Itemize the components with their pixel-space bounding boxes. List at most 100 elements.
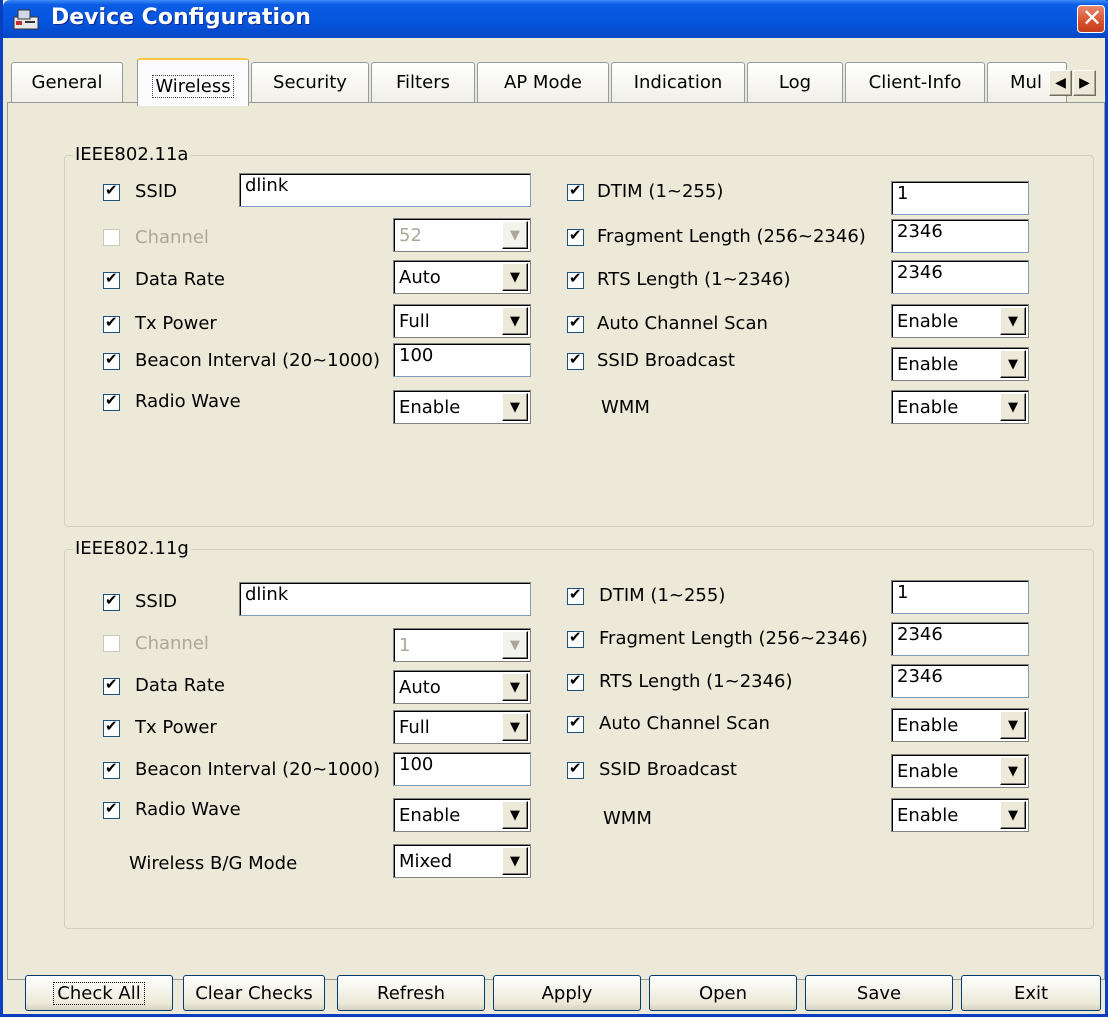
wireless-panel: IEEE802.11a SSID dlink Channel 52 ▼ Data…: [7, 102, 1105, 980]
tab-label: Mul: [1010, 72, 1042, 93]
chevron-down-icon[interactable]: ▼: [1000, 757, 1026, 785]
ssid-broadcast-checkbox[interactable]: [567, 350, 584, 370]
ssid-broadcast-checkbox[interactable]: [567, 759, 584, 779]
chevron-down-icon[interactable]: ▼: [1000, 350, 1026, 378]
button-label: Open: [698, 982, 748, 1004]
fragment-length-checkbox[interactable]: [567, 628, 584, 648]
rts-length-input[interactable]: 2346: [891, 664, 1029, 698]
ssid-label: SSID: [135, 181, 178, 202]
radio-wave-checkbox[interactable]: [103, 391, 120, 411]
auto-channel-scan-select[interactable]: Enable ▼: [891, 708, 1029, 742]
rts-length-label: RTS Length (1~2346): [599, 671, 793, 692]
tx-power-select[interactable]: Full ▼: [393, 304, 531, 338]
chevron-down-icon[interactable]: ▼: [1000, 307, 1026, 335]
chevron-down-icon[interactable]: ▼: [502, 673, 528, 701]
ssid-input[interactable]: dlink: [239, 173, 531, 207]
tab-filters[interactable]: Filters: [371, 62, 475, 102]
ssid-checkbox[interactable]: [103, 181, 120, 201]
radio-wave-select[interactable]: Enable ▼: [393, 390, 531, 424]
exit-button[interactable]: Exit: [961, 975, 1101, 1011]
apply-button[interactable]: Apply: [493, 975, 641, 1011]
auto-channel-scan-select[interactable]: Enable ▼: [891, 304, 1029, 338]
ssid-checkbox[interactable]: [103, 591, 120, 611]
channel-select[interactable]: 1 ▼: [393, 628, 531, 662]
button-label: Apply: [541, 982, 593, 1004]
refresh-button[interactable]: Refresh: [337, 975, 485, 1011]
data-rate-checkbox[interactable]: [103, 269, 120, 289]
open-button[interactable]: Open: [649, 975, 797, 1011]
auto-channel-scan-checkbox[interactable]: [567, 713, 584, 733]
channel-checkbox[interactable]: [103, 635, 120, 652]
rts-length-input[interactable]: 2346: [891, 260, 1029, 294]
channel-checkbox[interactable]: [103, 229, 120, 246]
fragment-length-input[interactable]: 2346: [891, 622, 1029, 656]
tab-scroll-right-button[interactable]: ▶: [1073, 70, 1096, 96]
dtim-checkbox[interactable]: [567, 181, 584, 201]
chevron-down-icon[interactable]: ▼: [1000, 711, 1026, 739]
radio-wave-select[interactable]: Enable ▼: [393, 798, 531, 832]
tab-ap-mode[interactable]: AP Mode: [477, 62, 609, 102]
fragment-length-input[interactable]: 2346: [891, 219, 1029, 253]
ssid-broadcast-label: SSID Broadcast: [597, 350, 735, 371]
wmm-select[interactable]: Enable ▼: [891, 798, 1029, 832]
tab-label: Wireless: [152, 74, 234, 98]
dtim-input[interactable]: 1: [891, 580, 1029, 614]
chevron-down-icon[interactable]: ▼: [502, 307, 528, 335]
tab-label: AP Mode: [504, 72, 582, 93]
tab-general[interactable]: General: [11, 62, 123, 102]
data-rate-checkbox[interactable]: [103, 675, 120, 695]
wireless-bg-mode-select[interactable]: Mixed ▼: [393, 844, 531, 878]
fragment-length-checkbox[interactable]: [567, 226, 584, 246]
tx-power-select[interactable]: Full ▼: [393, 710, 531, 744]
beacon-interval-checkbox[interactable]: [103, 759, 120, 779]
auto-channel-scan-label: Auto Channel Scan: [599, 713, 770, 734]
tab-label: Security: [273, 72, 347, 93]
rts-length-checkbox[interactable]: [567, 671, 584, 691]
tab-wireless[interactable]: Wireless: [137, 58, 249, 106]
ssid-input[interactable]: dlink: [239, 582, 531, 616]
channel-select[interactable]: 52 ▼: [393, 218, 531, 252]
auto-channel-scan-checkbox[interactable]: [567, 313, 584, 333]
clear-checks-button[interactable]: Clear Checks: [183, 975, 325, 1011]
tab-indication[interactable]: Indication: [611, 62, 745, 102]
close-button[interactable]: ✕: [1077, 4, 1105, 33]
chevron-down-icon[interactable]: ▼: [502, 801, 528, 829]
save-button[interactable]: Save: [805, 975, 953, 1011]
chevron-down-icon[interactable]: ▼: [502, 263, 528, 291]
dtim-checkbox[interactable]: [567, 585, 584, 605]
tab-security[interactable]: Security: [251, 62, 369, 102]
chevron-down-icon[interactable]: ▼: [502, 713, 528, 741]
data-rate-select[interactable]: Auto ▼: [393, 260, 531, 294]
dtim-input[interactable]: 1: [891, 181, 1029, 215]
ssid-broadcast-label: SSID Broadcast: [599, 759, 737, 780]
ssid-broadcast-select[interactable]: Enable ▼: [891, 754, 1029, 788]
chevron-down-icon[interactable]: ▼: [1000, 801, 1026, 829]
tab-log[interactable]: Log: [747, 62, 843, 102]
tx-power-checkbox[interactable]: [103, 313, 120, 333]
tab-client-info[interactable]: Client-Info: [845, 62, 985, 102]
dtim-label: DTIM (1~255): [599, 585, 726, 606]
title-bar[interactable]: Device Configuration ✕: [3, 0, 1108, 38]
wmm-select[interactable]: Enable ▼: [891, 390, 1029, 424]
data-rate-select[interactable]: Auto ▼: [393, 670, 531, 704]
wmm-value: Enable: [897, 397, 959, 418]
ssid-broadcast-value: Enable: [897, 354, 959, 375]
ssid-broadcast-select[interactable]: Enable ▼: [891, 347, 1029, 381]
chevron-down-icon[interactable]: ▼: [502, 847, 528, 875]
beacon-interval-input[interactable]: 100: [393, 752, 531, 786]
rts-length-checkbox[interactable]: [567, 269, 584, 289]
fragment-length-label: Fragment Length (256~2346): [597, 226, 866, 247]
radio-wave-checkbox[interactable]: [103, 799, 120, 819]
tab-scroll-left-button[interactable]: ◀: [1049, 70, 1072, 96]
chevron-down-icon[interactable]: ▼: [1000, 393, 1026, 421]
beacon-interval-input[interactable]: 100: [393, 343, 531, 377]
button-label: Check All: [53, 981, 145, 1005]
chevron-down-icon[interactable]: ▼: [502, 221, 528, 249]
chevron-down-icon[interactable]: ▼: [502, 393, 528, 421]
tx-power-checkbox[interactable]: [103, 717, 120, 737]
chevron-down-icon[interactable]: ▼: [502, 631, 528, 659]
beacon-interval-checkbox[interactable]: [103, 350, 120, 370]
check-all-button[interactable]: Check All: [25, 975, 173, 1011]
data-rate-label: Data Rate: [135, 675, 225, 696]
fragment-length-label: Fragment Length (256~2346): [599, 628, 868, 649]
